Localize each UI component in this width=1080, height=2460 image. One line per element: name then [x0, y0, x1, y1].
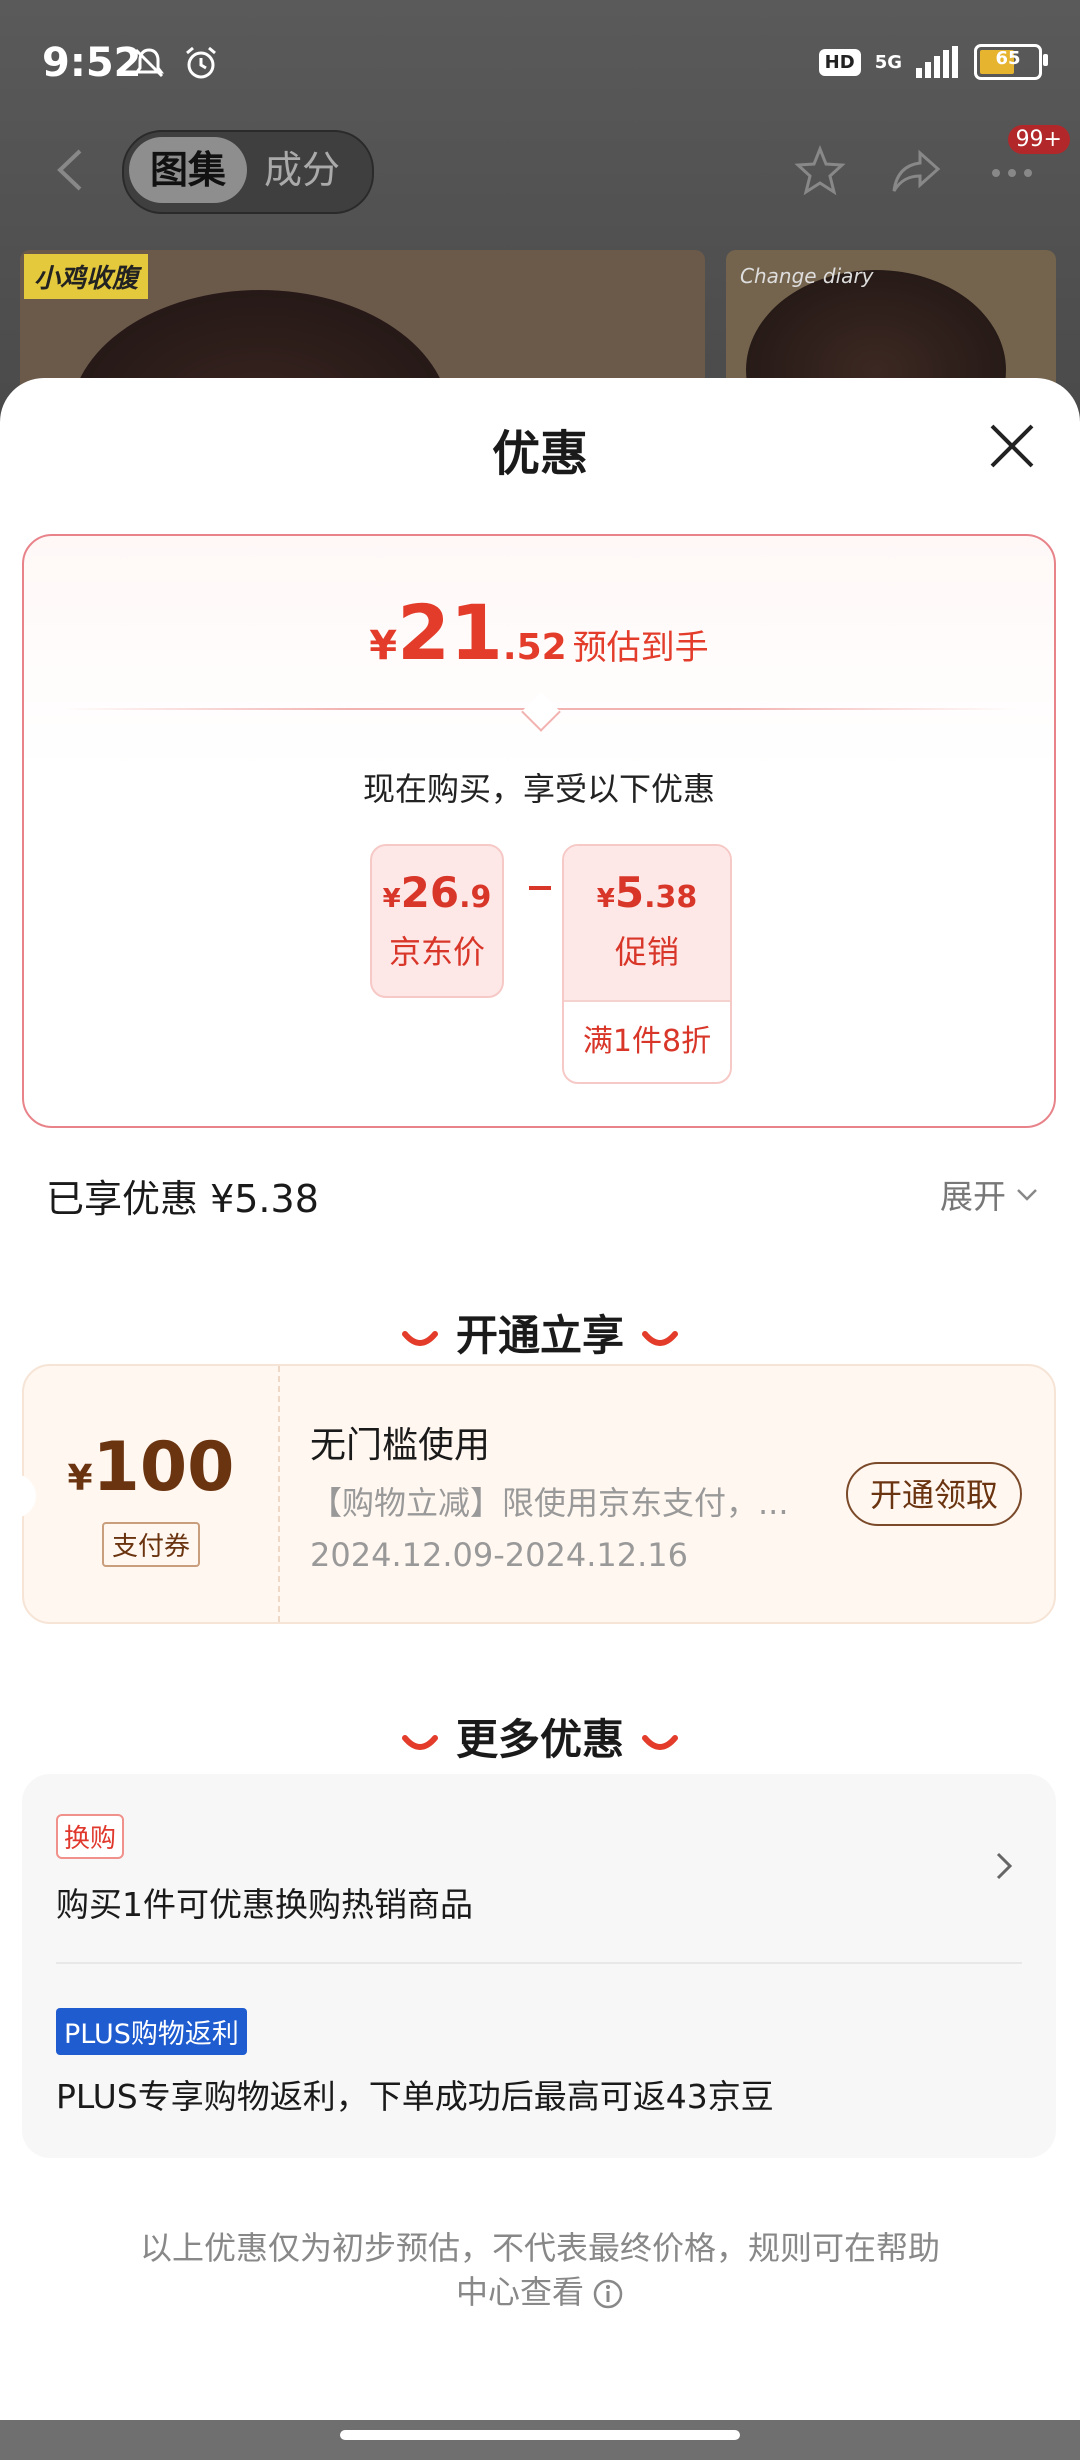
- promo-box: ¥5.38 促销 满1件8折: [562, 844, 732, 1084]
- trade-in-tag: 换购: [56, 1814, 125, 1859]
- claim-coupon-button[interactable]: 开通领取: [846, 1462, 1022, 1526]
- price-decimal: .38: [644, 880, 698, 915]
- smile-decoration-icon: [642, 1330, 678, 1346]
- discount-sheet: 优惠 ¥21.52 预估到手 现在购买，享受以下优惠 ¥26.9 京东价 ¥5.3…: [0, 378, 1080, 2420]
- product-top-nav: 图集 成分 99+: [0, 125, 1080, 215]
- coupon-title: 无门槛使用: [310, 1425, 491, 1466]
- coupon-value: 100: [92, 1428, 235, 1507]
- coupon-amount: ¥100: [24, 1428, 278, 1507]
- disclaimer: 以上优惠仅为初步预估，不代表最终价格，规则可在帮助中心查看: [130, 2226, 950, 2314]
- jd-price-box: ¥26.9 京东价: [370, 844, 504, 998]
- gallery-segmented-control: 图集 成分: [122, 130, 374, 214]
- jd-price-value: ¥26.9: [372, 846, 502, 917]
- price-integer: 26: [400, 868, 460, 917]
- coupon-validity: 2024.12.09-2024.12.16: [310, 1536, 688, 1574]
- payment-coupon-card: ¥100 支付券 无门槛使用 【购物立减】限使用京东支付，... 2024.12…: [10, 1364, 1056, 1624]
- buy-now-text: 现在购买，享受以下优惠: [362, 770, 715, 808]
- promo-label: 促销: [614, 933, 679, 971]
- status-right: HD 5G 65: [818, 44, 1048, 80]
- section-open-label: 开通立享: [455, 1311, 624, 1360]
- enjoyed-discount: 已享优惠 ¥5.38: [46, 1177, 319, 1221]
- nav-actions: [792, 143, 1040, 199]
- image-tag: Change diary: [740, 264, 874, 288]
- battery-percent: 65: [995, 48, 1021, 69]
- star-icon[interactable]: [792, 143, 848, 199]
- section-open-title: 开通立享: [0, 1302, 1080, 1363]
- currency-symbol: ¥: [369, 623, 398, 669]
- alarm-icon: [186, 46, 216, 79]
- section-more-label: 更多优惠: [455, 1715, 624, 1764]
- promo-top: ¥5.38 促销: [564, 846, 730, 1002]
- jd-price-label: 京东价: [388, 933, 485, 971]
- signal-icon: [916, 46, 958, 78]
- estimate-label: 预估到手: [572, 628, 709, 668]
- back-icon[interactable]: [50, 145, 90, 195]
- close-icon[interactable]: [984, 418, 1040, 474]
- battery-icon: 65: [974, 44, 1048, 80]
- price-decimal: .52: [502, 627, 567, 668]
- disclaimer-text: 以上优惠仅为初步预估，不代表最终价格，规则可在帮助中心查看: [139, 2229, 940, 2311]
- expand-label: 展开: [940, 1177, 1006, 1216]
- tab-ingredients[interactable]: 成分: [264, 137, 364, 203]
- currency-symbol: ¥: [67, 1458, 93, 1499]
- trade-in-row[interactable]: 换购 购买1件可优惠换购热销商品: [22, 1774, 1056, 1962]
- minus-sign: [529, 886, 551, 890]
- gesture-bar: [0, 2420, 1080, 2460]
- price-estimate-card: ¥21.52 预估到手 现在购买，享受以下优惠 ¥26.9 京东价 ¥5.38 促…: [22, 534, 1056, 1128]
- trade-in-text: 购买1件可优惠换购热销商品: [56, 1885, 473, 1924]
- coupon-type-tag: 支付券: [102, 1522, 201, 1567]
- info-icon[interactable]: [592, 2278, 624, 2310]
- chevron-right-icon: [996, 1852, 1013, 1880]
- divider-notch: [521, 692, 561, 732]
- currency-symbol: ¥: [382, 884, 401, 914]
- section-more-title: 更多优惠: [0, 1706, 1080, 1767]
- message-badge: 99+: [1007, 125, 1070, 154]
- smile-decoration-icon: [642, 1734, 678, 1750]
- promo-value: ¥5.38: [564, 846, 730, 917]
- coupon-description: 【购物立减】限使用京东支付，...: [310, 1484, 789, 1522]
- coupon-amount-area: ¥100 支付券: [24, 1366, 280, 1622]
- product-page-background: 9:52 HD 5G 65 图集 成分 99+ 小鸡收腹 Change diar…: [0, 0, 1080, 430]
- price-integer: 5: [614, 868, 645, 917]
- estimated-price: ¥21.52 预估到手: [24, 588, 1054, 677]
- smile-decoration-icon: [401, 1734, 438, 1750]
- home-indicator[interactable]: [340, 2430, 740, 2440]
- sheet-title: 优惠: [491, 426, 588, 482]
- status-icons: [130, 44, 220, 82]
- status-bar: 9:52 HD 5G 65: [0, 0, 1080, 130]
- chevron-down-icon: [1017, 1189, 1037, 1201]
- plus-rebate-text: PLUS专享购物返利，下单成功后最高可返43京豆: [56, 2077, 774, 2116]
- share-icon[interactable]: [888, 143, 944, 199]
- currency-symbol: ¥: [596, 884, 615, 914]
- image-tag: 小鸡收腹: [24, 254, 149, 299]
- expand-button[interactable]: 展开: [940, 1170, 1040, 1218]
- plus-rebate-tag: PLUS购物返利: [56, 2008, 247, 2055]
- network-label: 5G: [874, 51, 902, 73]
- smile-decoration-icon: [401, 1330, 438, 1346]
- tab-gallery[interactable]: 图集: [129, 137, 247, 203]
- bell-muted-icon: [134, 48, 164, 78]
- price-integer: 21: [397, 588, 503, 677]
- more-offers-card: 换购 购买1件可优惠换购热销商品 PLUS购物返利 PLUS专享购物返利，下单成…: [22, 1774, 1056, 2158]
- price-decimal: .9: [459, 880, 492, 915]
- divider: [56, 1962, 1022, 1964]
- hd-badge: HD: [818, 48, 861, 76]
- promo-detail: 满1件8折: [582, 1024, 712, 1059]
- status-time: 9:52: [42, 40, 142, 86]
